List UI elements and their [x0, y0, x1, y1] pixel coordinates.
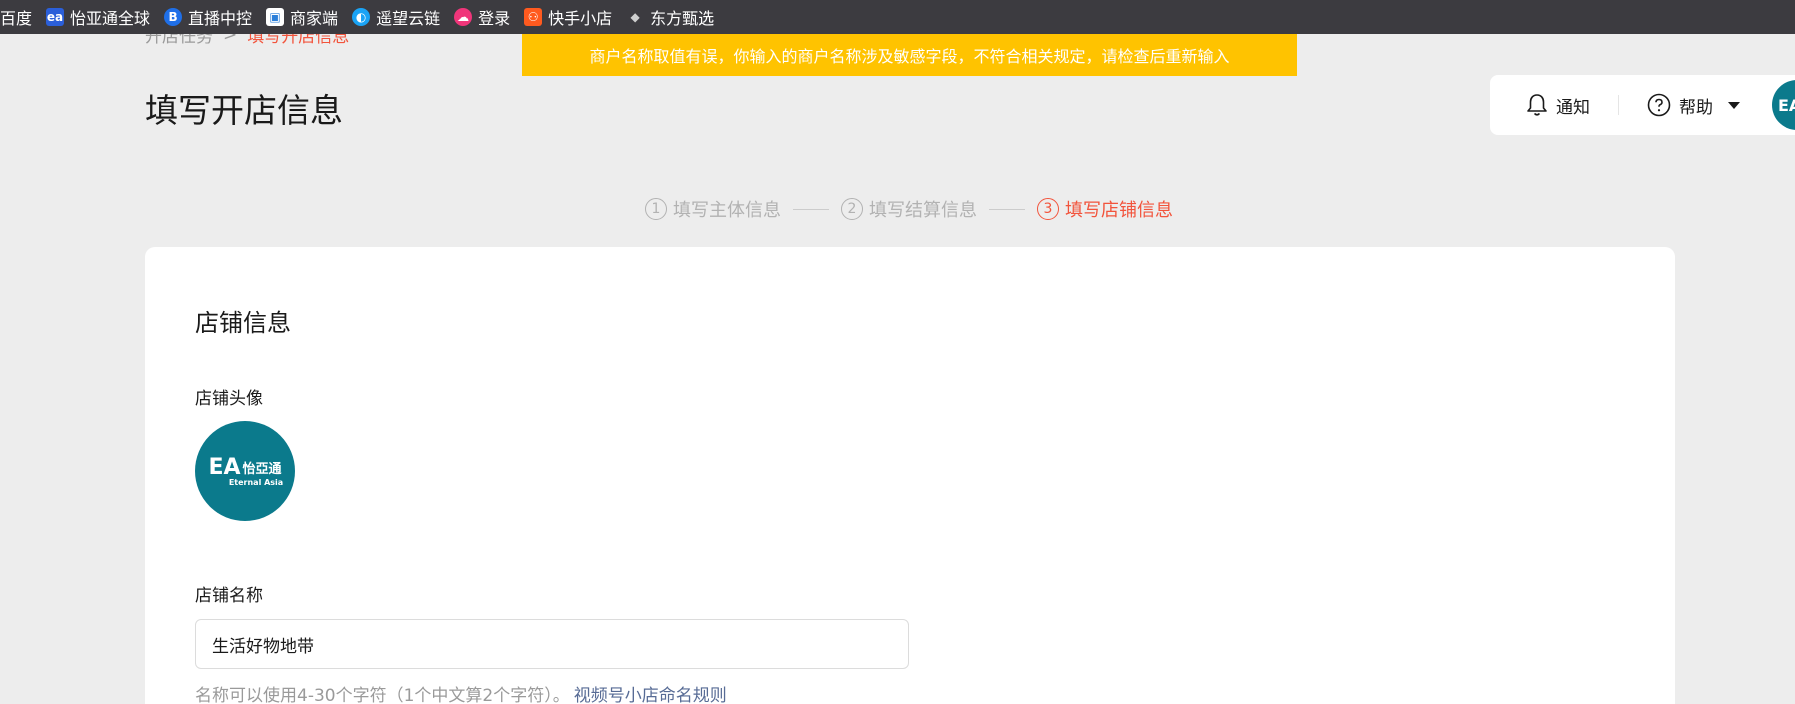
caret-down-icon: [1728, 102, 1740, 109]
shop-info-card: 店铺信息 店铺头像 EA 怡亞通 Eternal Asia 店铺名称 名称可以使…: [145, 247, 1675, 704]
step-connector: [793, 208, 829, 210]
step-1: 1 填写主体信息: [645, 196, 781, 222]
shop-avatar-upload[interactable]: EA 怡亞通 Eternal Asia: [195, 421, 295, 521]
page-title: 填写开店信息: [145, 91, 343, 130]
logo-en-text: Eternal Asia: [228, 478, 284, 487]
step-label: 填写店铺信息: [1065, 200, 1173, 221]
name-hint-text: 名称可以使用4-30个字符（1个中文算2个字符）。: [195, 686, 570, 704]
avatar-text: EA: [1778, 95, 1795, 115]
header-actions: 通知 帮助 EA: [1490, 75, 1795, 135]
help-icon: [1647, 93, 1671, 117]
user-avatar[interactable]: EA: [1772, 80, 1795, 130]
bookmark-baidu[interactable]: 百度: [0, 0, 46, 34]
notify-label: 通知: [1556, 97, 1590, 118]
bookmark-label: 百度: [0, 9, 33, 28]
bookmark-login[interactable]: ☁ 登录: [454, 0, 524, 34]
naming-rules-link[interactable]: 视频号小店命名规则: [574, 686, 727, 704]
bookmark-eternal-asia[interactable]: ea 怡亚通全球: [46, 0, 164, 34]
shop-name-input[interactable]: [195, 619, 909, 669]
step-3: 3 填写店铺信息: [1037, 196, 1173, 222]
help-label: 帮助: [1679, 97, 1713, 118]
bilibili-b-icon: B: [164, 8, 183, 26]
bookmark-merchant[interactable]: ▣ 商家端: [266, 0, 352, 34]
bookmark-label: 快手小店: [548, 9, 613, 28]
bookmark-bar: 百度 ea 怡亚通全球 B 直播中控 ▣ 商家端 ◐ 遥望云链 ☁ 登录 ⚇ 快…: [0, 0, 1795, 34]
login-icon: ☁: [454, 8, 473, 26]
logo-mark: EA: [208, 455, 241, 480]
shop-icon: ▣: [266, 8, 285, 26]
bookmark-yaowang[interactable]: ◐ 遥望云链: [352, 0, 454, 34]
step-connector: [989, 208, 1025, 210]
step-number: 3: [1037, 198, 1059, 220]
error-toast: 商户名称取值有误，你输入的商户名称涉及敏感字段，不符合相关规定，请检查后重新输入: [522, 34, 1297, 76]
bookmark-dongfang[interactable]: ◆ 东方甄选: [626, 0, 728, 34]
avatar-field-label: 店铺头像: [195, 389, 263, 409]
step-label: 填写主体信息: [673, 200, 781, 221]
step-number: 1: [645, 198, 667, 220]
bookmark-label: 商家端: [290, 9, 339, 28]
eternal-asia-logo-icon: EA 怡亞通: [208, 455, 281, 480]
step-2: 2 填写结算信息: [841, 196, 977, 222]
help-dropdown[interactable]: 帮助: [1647, 93, 1741, 118]
kuaishou-icon: ⚇: [524, 8, 543, 26]
toast-message: 商户名称取值有误，你输入的商户名称涉及敏感字段，不符合相关规定，请检查后重新输入: [589, 47, 1230, 66]
yaowang-icon: ◐: [352, 8, 371, 26]
step-label: 填写结算信息: [869, 200, 977, 221]
bookmark-label: 怡亚通全球: [70, 9, 151, 28]
header-divider: [1618, 95, 1619, 115]
notify-button[interactable]: 通知: [1526, 93, 1590, 118]
bookmark-kuaishou[interactable]: ⚇ 快手小店: [524, 0, 626, 34]
progress-steps: 1 填写主体信息 2 填写结算信息 3 填写店铺信息: [645, 196, 1173, 222]
name-field-label: 店铺名称: [195, 586, 263, 606]
bookmark-label: 东方甄选: [650, 9, 715, 28]
step-number: 2: [841, 198, 863, 220]
bookmark-label: 直播中控: [188, 9, 253, 28]
eternal-asia-icon: ea: [46, 8, 65, 26]
bookmark-live-control[interactable]: B 直播中控: [164, 0, 266, 34]
logo-cn-text: 怡亞通: [242, 462, 282, 477]
bookmark-label: 遥望云链: [376, 9, 441, 28]
bookmark-label: 登录: [478, 9, 511, 28]
section-title: 店铺信息: [195, 309, 291, 337]
bell-icon: [1527, 94, 1547, 116]
name-hint: 名称可以使用4-30个字符（1个中文算2个字符）。 视频号小店命名规则: [195, 681, 727, 704]
dongfang-icon: ◆: [626, 8, 645, 26]
